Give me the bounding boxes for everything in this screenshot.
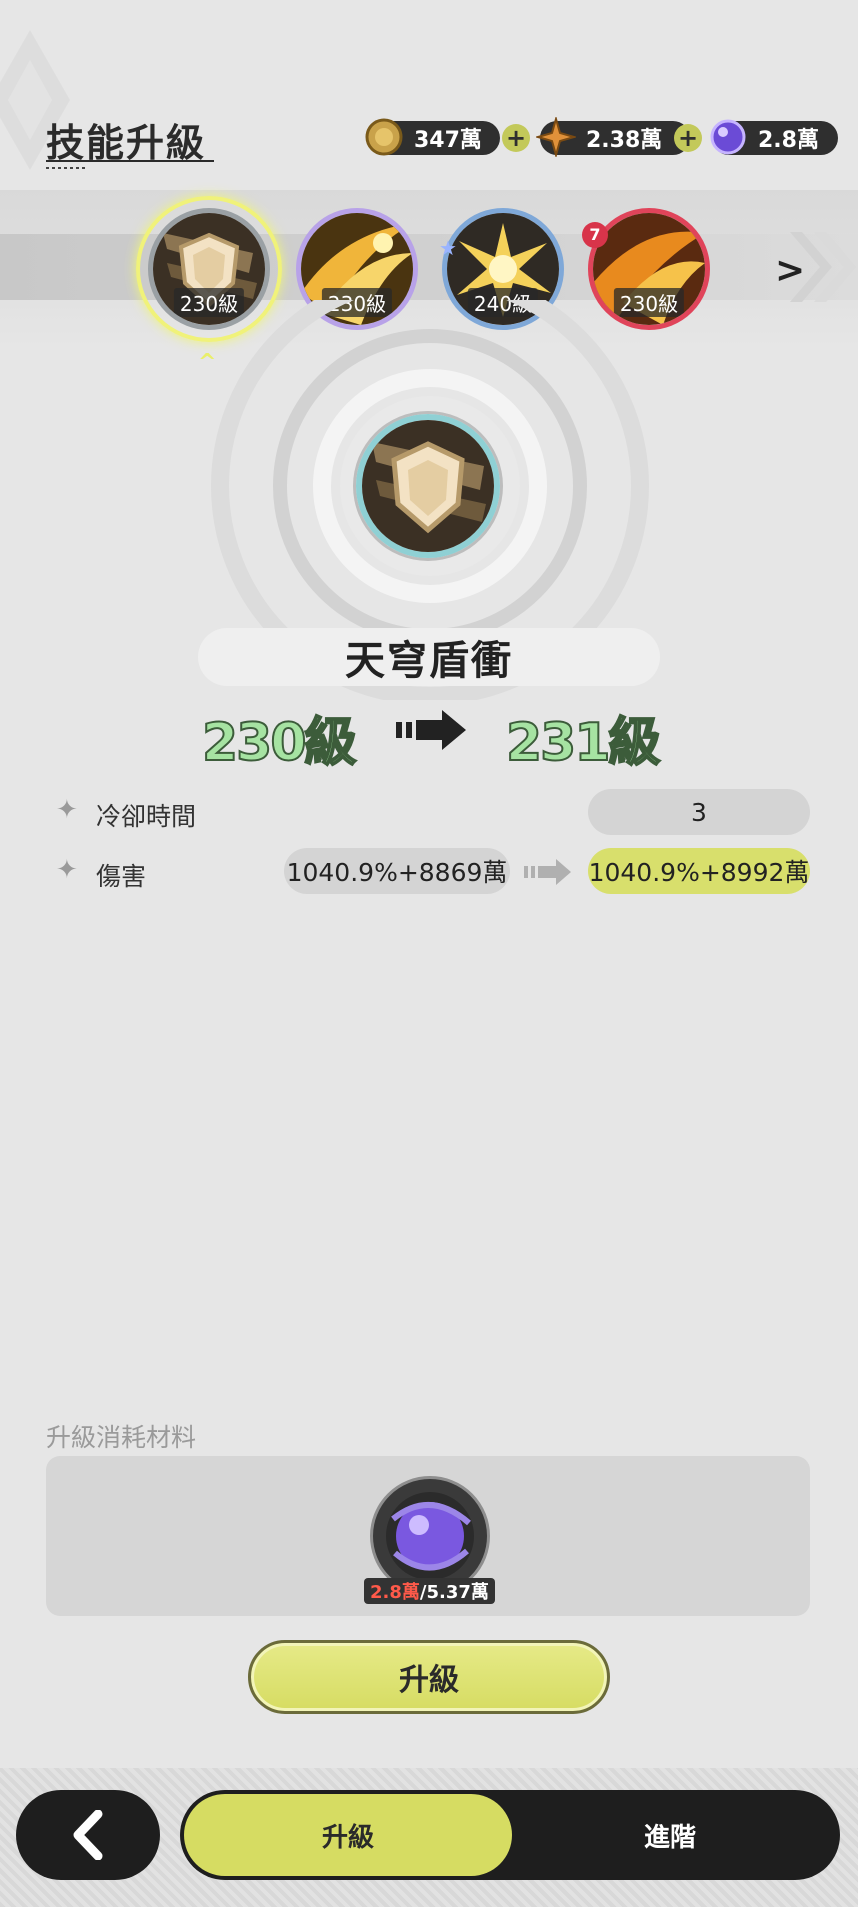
material-have: 2.8萬 — [370, 1582, 420, 1603]
back-button[interactable] — [16, 1790, 160, 1880]
currency-crystal: 2.38萬 — [536, 117, 690, 157]
materials-title: 升級消耗材料 — [46, 1423, 197, 1452]
add-gold-button[interactable]: + — [502, 124, 530, 152]
currency-crystal-value: 2.38萬 — [586, 128, 663, 153]
upgrade-button[interactable]: 升級 — [248, 1640, 610, 1714]
skill-strip-band — [0, 234, 858, 300]
sparkle-icon: ✦ — [56, 795, 78, 825]
level-arrow-icon — [396, 710, 466, 750]
skill-name: 天穹盾衝 — [198, 628, 660, 686]
tab-advance[interactable]: 進階 — [560, 1794, 780, 1876]
material-need: /5.37萬 — [419, 1582, 489, 1603]
currency-orb: 2.8萬 — [710, 119, 838, 155]
stat-label-cooldown: 冷卻時間 — [96, 802, 197, 831]
purple-orb-icon — [710, 119, 746, 155]
back-arrow-icon — [73, 1810, 103, 1860]
stat-value-damage-current: 1040.9%+8869萬 — [284, 848, 510, 894]
shield-slash-skill-icon — [362, 420, 494, 552]
level-from: 230級 — [201, 712, 358, 774]
stat-value-cooldown: 3 — [588, 789, 810, 835]
stat-label-damage: 傷害 — [96, 862, 147, 891]
title-dots — [46, 167, 86, 169]
selected-skill-icon — [356, 414, 500, 558]
orange-crystal-icon — [536, 117, 576, 157]
currency-gold: 347萬 — [365, 118, 500, 156]
star-badge-icon: ★ — [439, 236, 457, 260]
page-title: 技能升級 — [46, 121, 207, 165]
title-underline — [46, 160, 214, 162]
add-crystal-button[interactable]: + — [674, 124, 702, 152]
stat-arrow-icon — [524, 859, 571, 885]
gold-coin-icon — [365, 118, 403, 156]
sparkle-icon: ✦ — [56, 855, 78, 885]
tab-upgrade[interactable]: 升級 — [184, 1794, 512, 1876]
purple-orb-icon — [386, 1492, 474, 1580]
level-to: 231級 — [505, 712, 662, 774]
material-count: 2.8萬/5.37萬 — [364, 1578, 495, 1604]
next-arrow-icon[interactable]: > — [775, 250, 805, 291]
stat-value-damage-next: 1040.9%+8992萬 — [588, 848, 810, 894]
rank-badge: 7 — [582, 222, 608, 248]
currency-gold-value: 347萬 — [414, 128, 482, 153]
currency-orb-value: 2.8萬 — [758, 128, 819, 153]
